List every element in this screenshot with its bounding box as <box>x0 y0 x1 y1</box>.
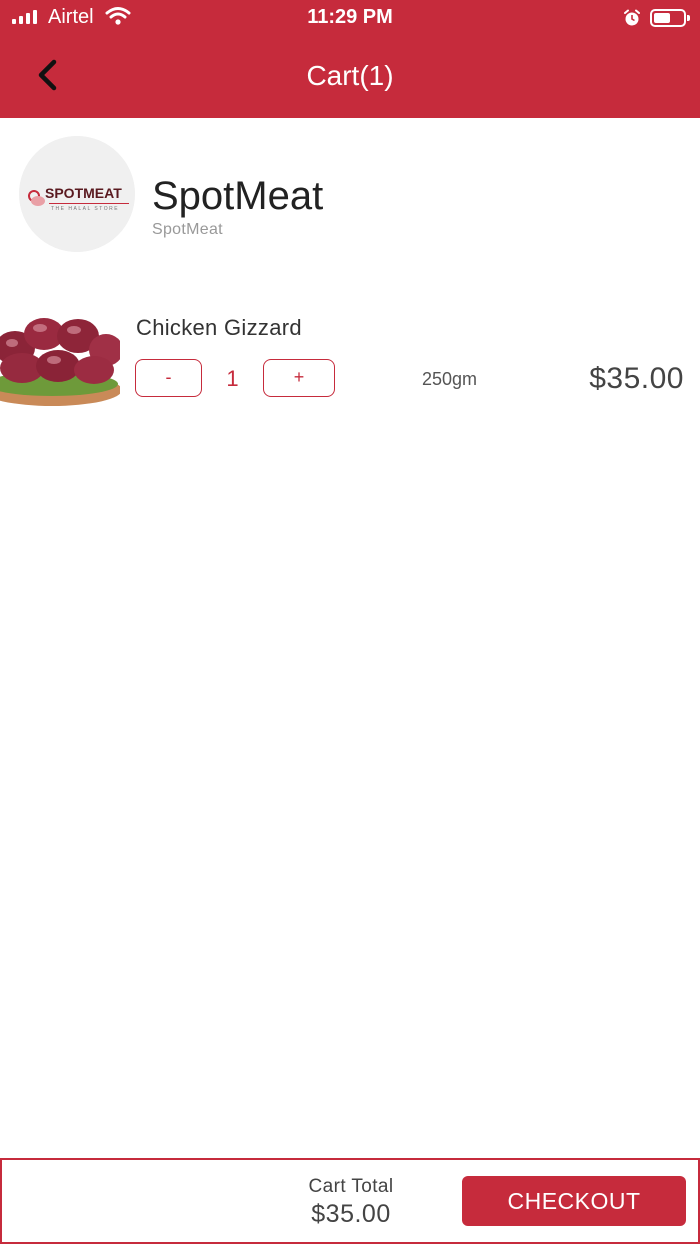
alarm-clock-icon <box>622 8 642 33</box>
store-name: SpotMeat <box>152 174 324 218</box>
status-bar: Airtel 11:29 PM <box>0 0 700 36</box>
increase-quantity-button[interactable]: + <box>263 359 335 397</box>
app-header: Airtel 11:29 PM Cart(1) <box>0 0 700 118</box>
store-header: SPOTMEAT THE HALAL STORE SpotMeat SpotMe… <box>0 118 700 268</box>
decrease-quantity-button[interactable]: - <box>135 359 202 397</box>
store-logo: SPOTMEAT THE HALAL STORE <box>19 136 135 252</box>
cart-total-label: Cart Total <box>308 1176 394 1197</box>
checkout-button[interactable]: CHECKOUT <box>462 1176 686 1226</box>
product-image <box>0 298 120 410</box>
item-quantity: 1 <box>226 366 239 391</box>
store-logo-brand: SPOTMEAT <box>45 185 122 201</box>
nav-bar: Cart(1) <box>0 36 700 118</box>
cart-item: Chicken Gizzard - 1 + 250gm $35.00 <box>0 290 700 420</box>
cart-footer: Cart Total $35.00 CHECKOUT <box>0 1158 700 1244</box>
cart-total-value: $35.00 <box>311 1200 391 1228</box>
store-logo-tagline: THE HALAL STORE <box>51 206 119 212</box>
status-time: 11:29 PM <box>307 6 393 28</box>
store-subtitle: SpotMeat <box>152 221 223 238</box>
page-title: Cart(1) <box>306 60 394 91</box>
item-price: $35.00 <box>589 362 684 395</box>
item-weight: 250gm <box>422 369 478 389</box>
item-name: Chicken Gizzard <box>136 315 302 340</box>
battery-icon <box>650 9 690 27</box>
